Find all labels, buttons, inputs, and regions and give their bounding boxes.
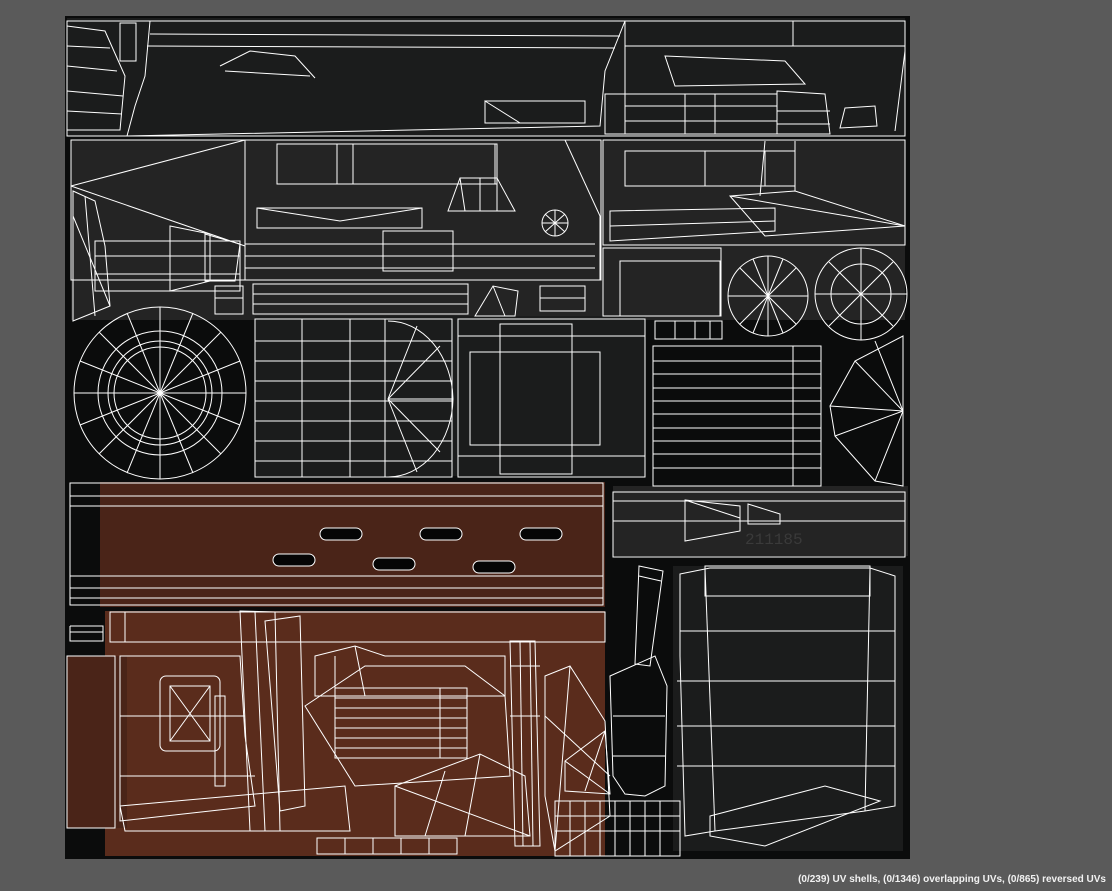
- uv-status-readout: (0/239) UV shells, (0/1346) overlapping …: [798, 874, 1106, 885]
- stamped-serial: 211185: [745, 531, 803, 549]
- uv-wireframe: 211185: [66, 18, 908, 857]
- uv-texture-canvas[interactable]: 211185: [65, 16, 910, 859]
- uv-editor-viewport[interactable]: 211185 (0/239) UV shells, (0/1346) overl…: [0, 0, 1112, 891]
